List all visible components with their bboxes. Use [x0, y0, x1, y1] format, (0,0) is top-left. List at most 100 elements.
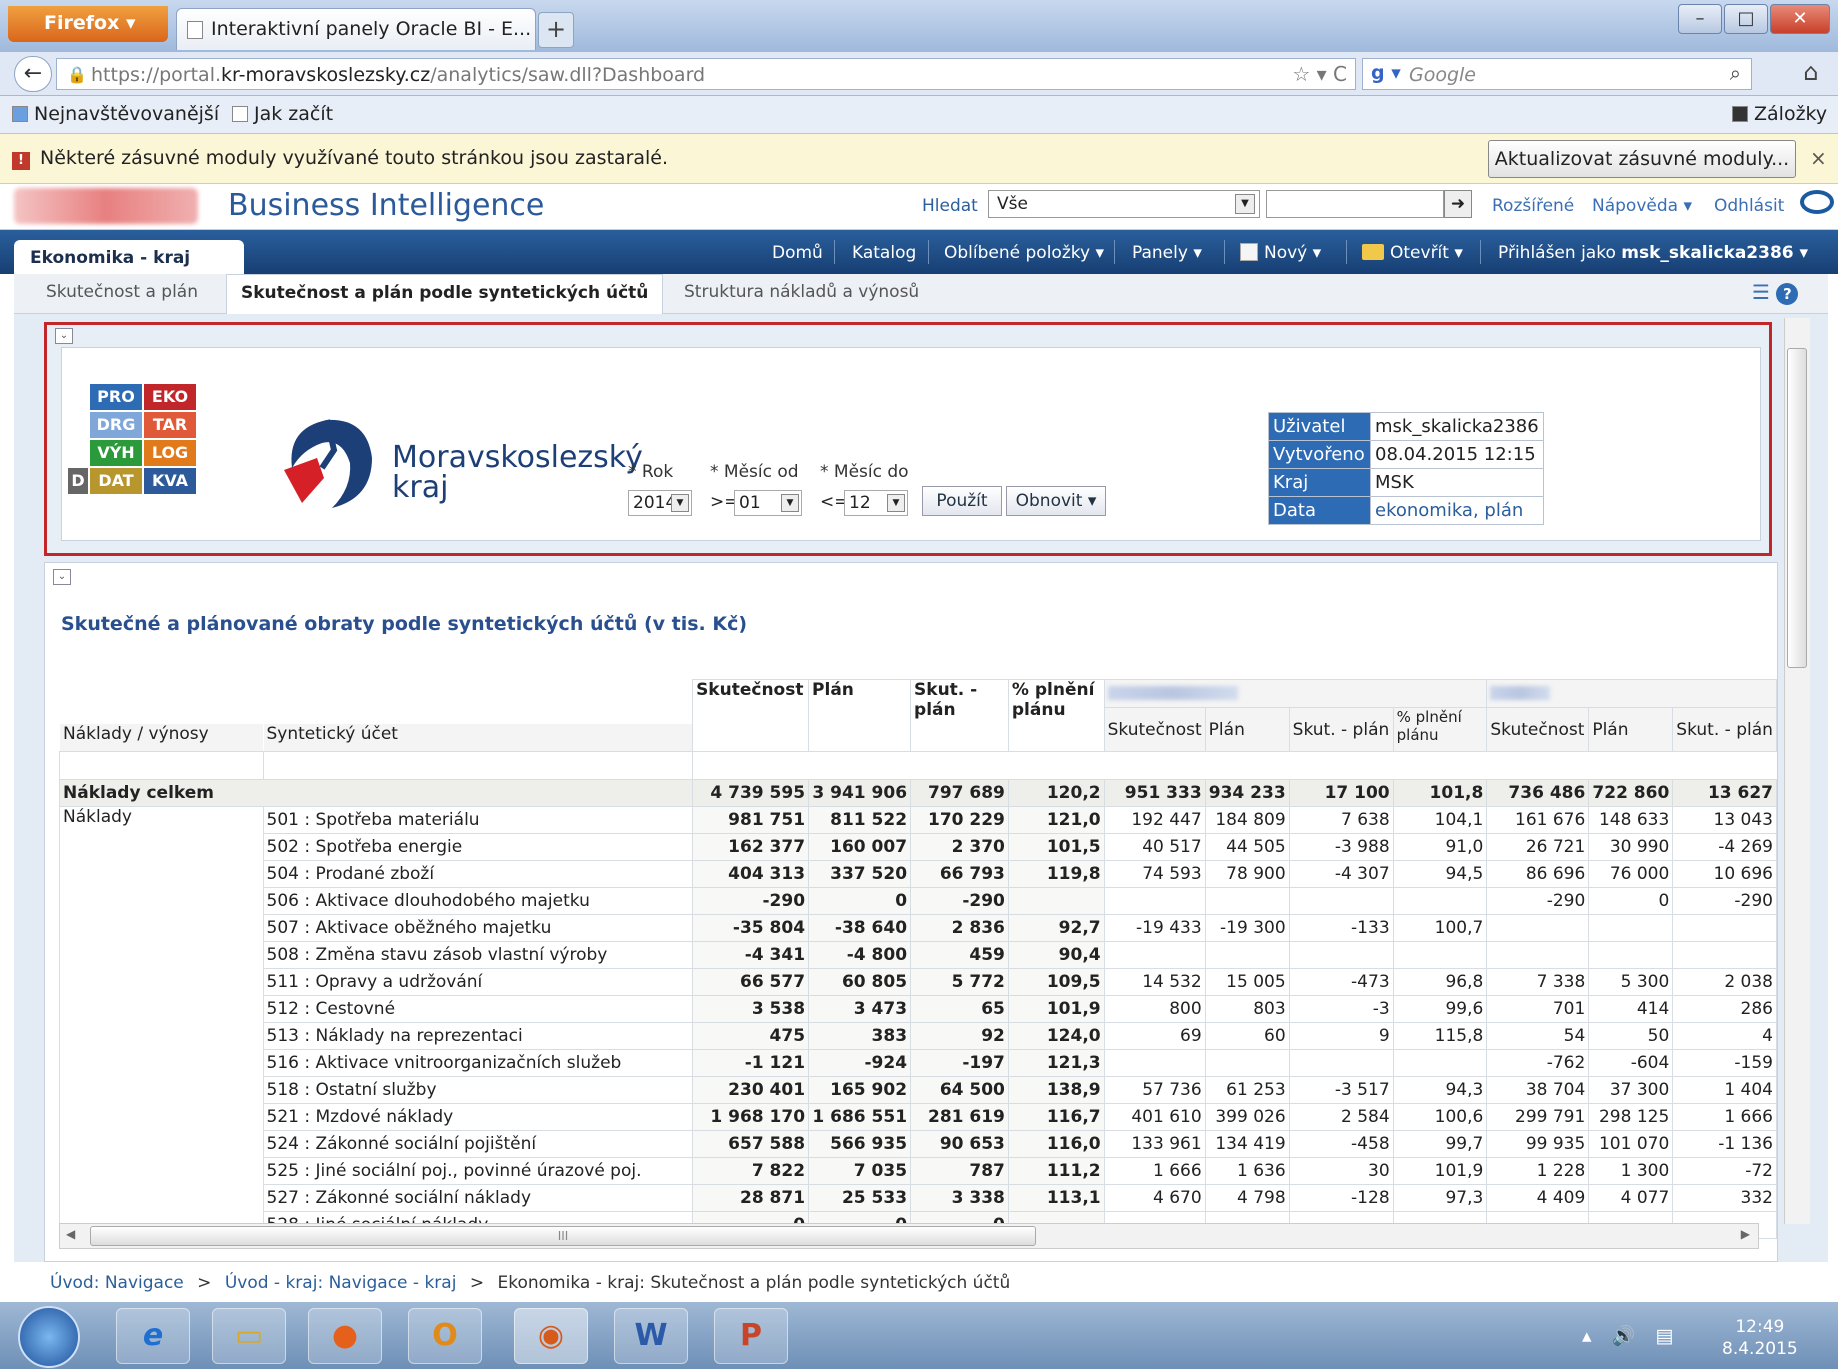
- word-icon[interactable]: W: [614, 1308, 688, 1364]
- tab-actual-and-plan-by-accounts[interactable]: Skutečnost a plán podle syntetických účt…: [226, 274, 664, 314]
- bookmarks-menu[interactable]: Záložky: [1732, 103, 1827, 125]
- table-cell: 1 300: [1588, 1157, 1674, 1185]
- vertical-scrollbar[interactable]: [1784, 318, 1810, 1224]
- table-cell: 13 627: [1672, 779, 1777, 807]
- url-bar[interactable]: 🔒 https://portal.kr-moravskoslezsky.cz/a…: [56, 58, 1356, 90]
- breadcrumb-item[interactable]: Úvod: Navigace: [50, 1273, 184, 1293]
- table-cell: 96,8: [1392, 968, 1488, 996]
- windows-taskbar: e ▭ ● O ◉ W P ▴ 🔊 ▤ 12:49 8.4.2015: [0, 1302, 1838, 1369]
- table-cell: 4 798: [1204, 1184, 1290, 1212]
- table-cell: 94,5: [1392, 860, 1488, 888]
- table-cell: 124,0: [1007, 1022, 1105, 1050]
- table-cell: 101,9: [1007, 995, 1105, 1023]
- network-icon[interactable]: ▤: [1655, 1325, 1673, 1347]
- tab-actual-and-plan[interactable]: Skutečnost a plán: [32, 282, 212, 302]
- app-title: Business Intelligence: [228, 188, 545, 223]
- search-bar[interactable]: g ▾ Google ⌕: [1362, 58, 1752, 90]
- info-value: msk_skalicka2386: [1370, 412, 1544, 441]
- table-cell: 10 696: [1672, 860, 1777, 888]
- close-icon[interactable]: ×: [1810, 146, 1827, 170]
- blurred-header: [1107, 686, 1238, 700]
- maximize-button[interactable]: □: [1724, 4, 1768, 34]
- table-cell: 701: [1486, 995, 1590, 1023]
- new-tab-button[interactable]: +: [538, 12, 574, 48]
- back-button[interactable]: ←: [14, 56, 52, 92]
- scrollbar-thumb[interactable]: III: [90, 1226, 1036, 1246]
- scroll-right-icon[interactable]: ▶: [1741, 1227, 1750, 1241]
- table-cell: 111,2: [1007, 1157, 1105, 1185]
- sign-out-link[interactable]: Odhlásit: [1714, 196, 1784, 216]
- nav-home[interactable]: Domů: [772, 243, 823, 263]
- nav-dashboards[interactable]: Panely ▾: [1132, 243, 1202, 263]
- bookmark-icon: [232, 106, 248, 122]
- table-cell: 138,9: [1007, 1076, 1105, 1104]
- media-player-icon[interactable]: ●: [308, 1308, 382, 1364]
- bookmarks-toolbar: Nejnavštěvovanější Jak začít Záložky: [0, 96, 1838, 134]
- table-cell: 1 228: [1486, 1157, 1590, 1185]
- update-plugins-button[interactable]: Aktualizovat zásuvné moduly...: [1488, 140, 1796, 178]
- signed-in-as[interactable]: Přihlášen jako msk_skalicka2386 ▾: [1498, 243, 1808, 263]
- table-cell: -197: [910, 1049, 1009, 1077]
- outlook-icon[interactable]: O: [408, 1308, 482, 1364]
- account-cell: 521 : Mzdové náklady: [262, 1103, 694, 1131]
- search-go-button[interactable]: ➜: [1444, 190, 1472, 218]
- sub-header: Plán: [1204, 707, 1290, 752]
- year-label: * Rok: [628, 462, 674, 482]
- table-cell: -4 269: [1672, 833, 1777, 861]
- start-button[interactable]: [18, 1306, 80, 1368]
- filter-panel: PRO EKO DRG TAR VÝH LOG D DAT KVA Moravs…: [61, 347, 1761, 541]
- powerpoint-icon[interactable]: P: [714, 1308, 788, 1364]
- table-cell: 116,0: [1007, 1130, 1105, 1158]
- advanced-search-link[interactable]: Rozšířené: [1492, 196, 1574, 216]
- nav-separator: [928, 240, 929, 264]
- nav-new[interactable]: Nový ▾: [1240, 243, 1321, 263]
- table-cell: -159: [1672, 1049, 1777, 1077]
- volume-icon[interactable]: 🔊: [1612, 1325, 1636, 1347]
- search-label: Hledat: [922, 196, 978, 216]
- bookmark-most-visited[interactable]: Nejnavštěvovanější: [12, 103, 219, 125]
- apply-button[interactable]: Použít: [922, 486, 1002, 516]
- year-select[interactable]: 2014 ▼: [628, 490, 692, 516]
- table-cell: 399 026: [1204, 1103, 1290, 1131]
- scrollbar-thumb[interactable]: [1787, 348, 1807, 668]
- dashboard-page-tab[interactable]: Ekonomika - kraj: [14, 240, 244, 274]
- help-icon[interactable]: ?: [1776, 283, 1799, 305]
- search-scope-select[interactable]: Vše ▼: [988, 190, 1260, 218]
- browser-tab[interactable]: Interaktivní panely Oracle BI - E...: [176, 8, 536, 50]
- home-icon[interactable]: ⌂: [1794, 58, 1828, 90]
- region-logo: [284, 419, 372, 508]
- reset-button[interactable]: Obnovit ▾: [1006, 486, 1106, 516]
- month-to-select[interactable]: 12 ▼: [844, 490, 908, 516]
- bookmark-getting-started[interactable]: Jak začít: [232, 103, 333, 125]
- help-menu[interactable]: Nápověda ▾: [1592, 196, 1692, 216]
- firefox-menu-button[interactable]: Firefox ▾: [8, 6, 168, 42]
- scroll-left-icon[interactable]: ◀: [66, 1227, 75, 1241]
- firefox-icon[interactable]: ◉: [514, 1308, 588, 1364]
- table-cell: 7 035: [808, 1157, 912, 1185]
- table-row: 525 : Jiné sociální poj., povinné úrazov…: [60, 1157, 1777, 1185]
- nav-favorites[interactable]: Oblíbené položky ▾: [944, 243, 1104, 263]
- horizontal-scrollbar[interactable]: ◀ III ▶: [59, 1223, 1759, 1249]
- collapse-section-icon[interactable]: ⌄: [53, 569, 71, 585]
- table-cell: 4 739 595: [692, 779, 810, 807]
- system-clock[interactable]: 12:49 8.4.2015: [1722, 1316, 1798, 1360]
- sub-header: Plán: [1588, 707, 1674, 752]
- file-explorer-icon[interactable]: ▭: [212, 1308, 286, 1364]
- close-window-button[interactable]: ✕: [1770, 4, 1830, 34]
- month-from-select[interactable]: 01 ▼: [734, 490, 802, 516]
- bookmark-star-icon[interactable]: ☆ ▾ C: [1292, 62, 1347, 86]
- table-cell: 121,0: [1007, 806, 1105, 834]
- table-cell: -133: [1288, 914, 1394, 942]
- table-cell: 38 704: [1486, 1076, 1590, 1104]
- nav-catalog[interactable]: Katalog: [852, 243, 916, 263]
- search-icon[interactable]: ⌕: [1730, 61, 1741, 85]
- internet-explorer-icon[interactable]: e: [116, 1308, 190, 1364]
- collapse-section-icon[interactable]: ⌄: [55, 328, 73, 344]
- show-hidden-icon[interactable]: ▴: [1582, 1325, 1592, 1347]
- page-options-icon[interactable]: ☰: [1752, 280, 1770, 304]
- nav-open[interactable]: Otevřít ▾: [1362, 243, 1463, 263]
- minimize-button[interactable]: –: [1678, 4, 1722, 34]
- tab-cost-revenue-structure[interactable]: Struktura nákladů a výnosů: [670, 282, 933, 302]
- breadcrumb-item[interactable]: Úvod - kraj: Navigace - kraj: [225, 1273, 457, 1293]
- search-input[interactable]: [1266, 190, 1444, 218]
